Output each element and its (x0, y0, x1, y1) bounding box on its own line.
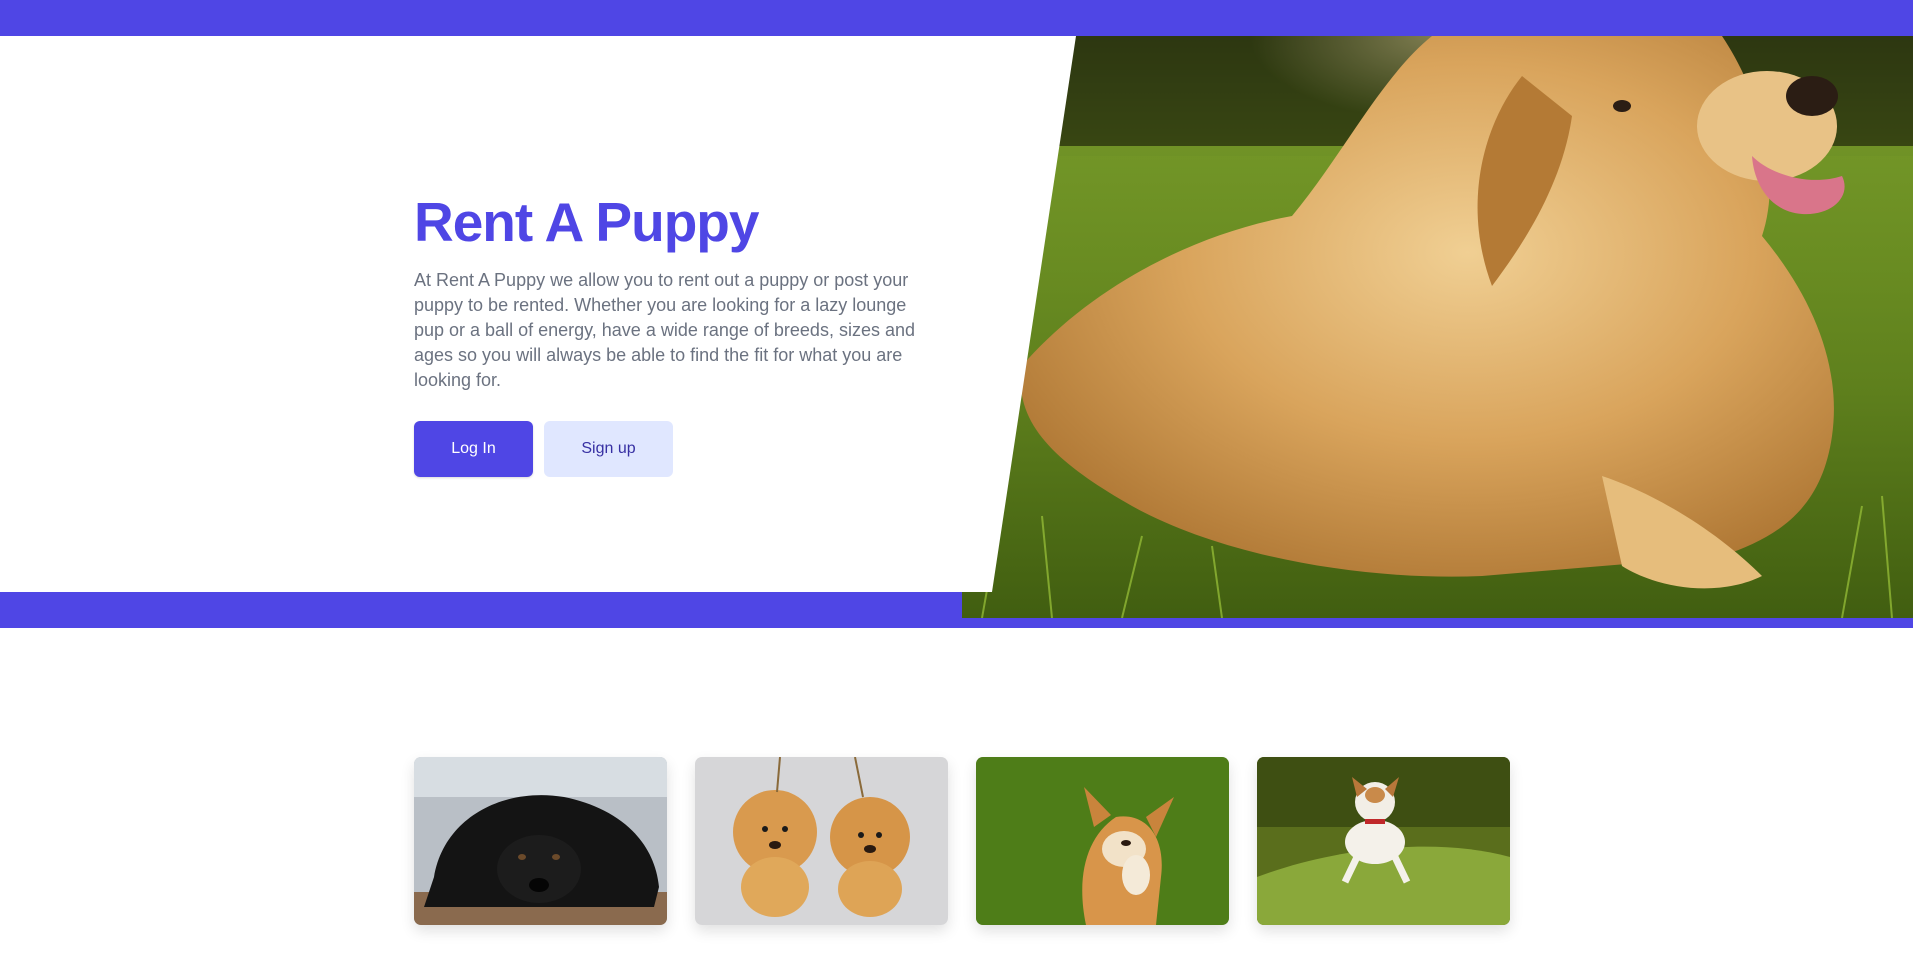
hero-description: At Rent A Puppy we allow you to rent out… (414, 270, 915, 390)
corgi-photo (976, 757, 1229, 925)
golden-retriever-photo (962, 36, 1913, 618)
hero-title: Rent A Puppy (414, 191, 759, 253)
login-button[interactable]: Log In (414, 421, 533, 477)
pomeranians-photo (695, 757, 948, 925)
hero-top-band (0, 0, 1913, 36)
jack-russell-photo (1257, 757, 1510, 925)
gallery-card[interactable] (695, 757, 948, 925)
hero-dog-image (962, 36, 1913, 618)
black-dog-photo (414, 757, 667, 925)
dog-gallery (414, 757, 1510, 925)
gallery-card[interactable] (1257, 757, 1510, 925)
gallery-card[interactable] (976, 757, 1229, 925)
hero-buttons: Log In Sign up (414, 421, 934, 477)
gallery-card[interactable] (414, 757, 667, 925)
hero-content: Rent A Puppy At Rent A Puppy we allow yo… (414, 190, 934, 477)
page: Rent A Puppy At Rent A Puppy we allow yo… (0, 0, 1913, 968)
signup-button[interactable]: Sign up (544, 421, 673, 477)
